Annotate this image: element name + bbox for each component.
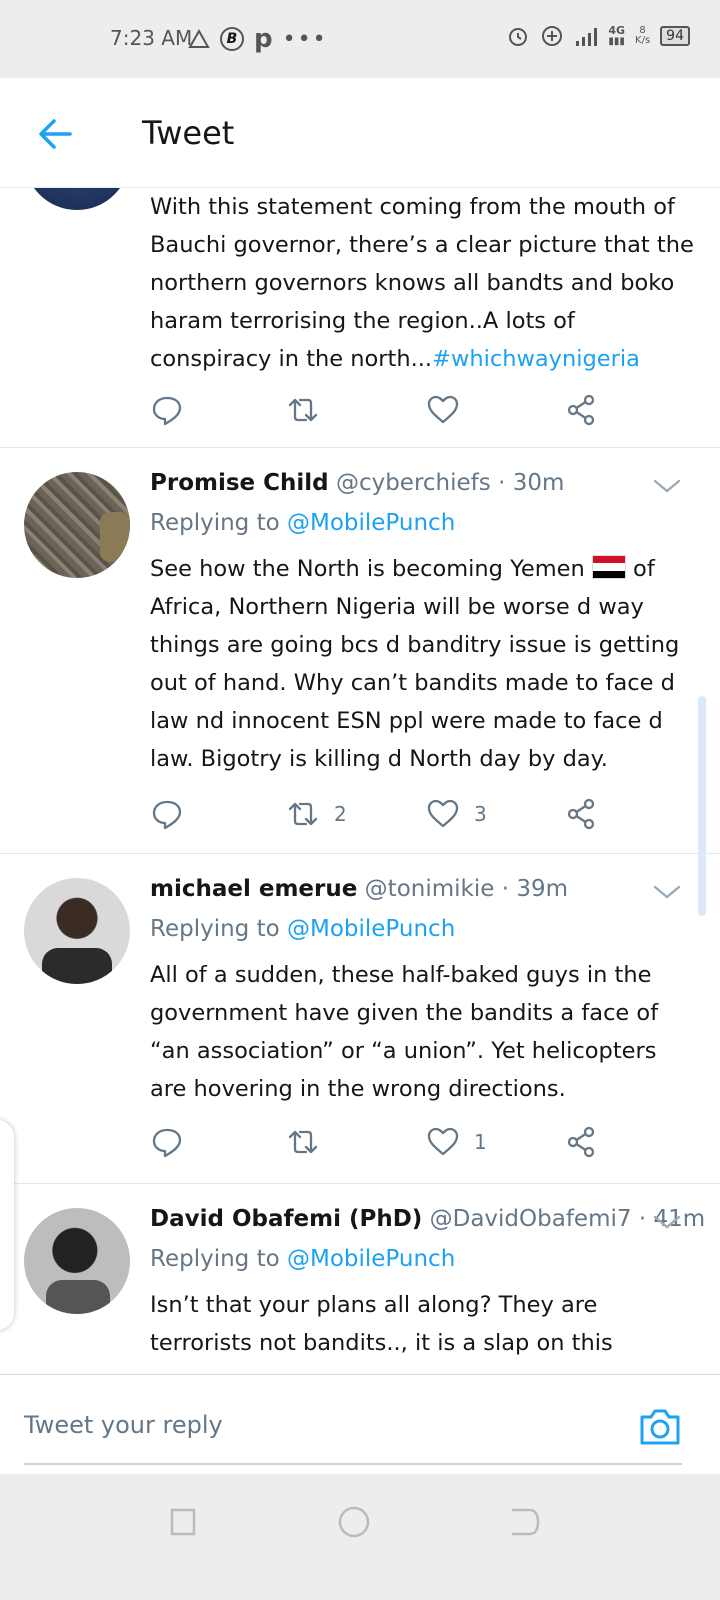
share-icon bbox=[567, 798, 595, 830]
like-count: 3 bbox=[474, 802, 487, 826]
author-name[interactable]: David Obafemi (PhD) bbox=[150, 1206, 422, 1232]
reply-icon bbox=[152, 800, 182, 830]
tweet-header: michael emerue @tonimikie · 39m bbox=[150, 876, 568, 902]
reply-bar: Tweet your reply bbox=[0, 1374, 720, 1474]
retweet-button[interactable] bbox=[286, 390, 320, 430]
reply-underline bbox=[24, 1463, 682, 1465]
tweet-actions: 2 3 bbox=[150, 794, 620, 834]
drive-icon bbox=[188, 29, 210, 48]
tweet-body: With this statement coming from the mout… bbox=[150, 194, 694, 372]
reply-icon bbox=[152, 1128, 182, 1158]
camera-icon[interactable] bbox=[638, 1407, 682, 1447]
replying-to: Replying to @MobilePunch bbox=[150, 916, 456, 942]
share-icon bbox=[567, 394, 595, 426]
tweet-item[interactable]: With this statement coming from the mout… bbox=[0, 188, 720, 448]
avatar[interactable] bbox=[24, 188, 130, 210]
tweet-item[interactable]: David Obafemi (PhD) @DavidObafemi7 · 41m… bbox=[0, 1184, 720, 1374]
like-button[interactable] bbox=[426, 390, 460, 430]
retweet-icon bbox=[288, 398, 318, 422]
back-arrow-icon[interactable] bbox=[36, 114, 76, 154]
chevron-down-icon[interactable] bbox=[652, 1212, 682, 1232]
edge-panel-handle[interactable] bbox=[0, 1120, 14, 1330]
replying-to: Replying to @MobilePunch bbox=[150, 510, 456, 536]
author-handle[interactable]: @cyberchiefs bbox=[336, 470, 491, 496]
retweet-icon bbox=[288, 802, 318, 826]
author-name[interactable]: Promise Child bbox=[150, 470, 329, 496]
more-dots-icon: ••• bbox=[282, 26, 328, 52]
retweet-icon bbox=[288, 1130, 318, 1154]
reply-button[interactable] bbox=[150, 1122, 184, 1162]
page-title: Tweet bbox=[142, 114, 235, 152]
heart-icon bbox=[427, 799, 459, 828]
signal-icon bbox=[576, 28, 598, 46]
mention-link[interactable]: @MobilePunch bbox=[287, 510, 455, 536]
reply-icon bbox=[152, 396, 182, 426]
network-speed: 8 K/s bbox=[635, 25, 651, 46]
like-count: 1 bbox=[474, 1130, 487, 1154]
retweet-button[interactable]: 2 bbox=[286, 794, 347, 834]
mention-link[interactable]: @MobilePunch bbox=[287, 916, 455, 942]
tweet-item[interactable]: michael emerue @tonimikie · 39m Replying… bbox=[0, 854, 720, 1184]
heart-icon bbox=[427, 395, 459, 424]
heart-icon bbox=[427, 1127, 459, 1156]
status-time: 7:23 AM bbox=[110, 26, 193, 50]
like-button[interactable]: 3 bbox=[426, 794, 487, 834]
share-button[interactable] bbox=[564, 794, 598, 834]
retweet-button[interactable] bbox=[286, 1122, 320, 1162]
chevron-down-icon[interactable] bbox=[652, 476, 682, 496]
author-handle[interactable]: @DavidObafemi7 bbox=[430, 1206, 632, 1232]
status-right-icons: 4G ▮▮▮ 8 K/s 94 bbox=[506, 24, 690, 48]
back-nav-icon[interactable] bbox=[506, 1504, 542, 1540]
tweet-actions bbox=[150, 390, 620, 430]
tweet-feed[interactable]: With this statement coming from the mout… bbox=[0, 188, 720, 1374]
share-button[interactable] bbox=[564, 1122, 598, 1162]
replying-to: Replying to @MobilePunch bbox=[150, 1246, 456, 1272]
hashtag-link[interactable]: #whichwaynigeria bbox=[432, 346, 640, 372]
tweet-body: See how the North is becoming Yemen of A… bbox=[150, 555, 680, 772]
like-button[interactable]: 1 bbox=[426, 1122, 487, 1162]
mention-link[interactable]: @MobilePunch bbox=[287, 1246, 455, 1272]
avatar[interactable] bbox=[24, 878, 130, 984]
alarm-icon bbox=[509, 28, 528, 46]
b-circle-icon: B bbox=[220, 27, 244, 51]
tweet-header: Promise Child @cyberchiefs · 30m bbox=[150, 470, 564, 496]
reply-button[interactable] bbox=[150, 794, 184, 834]
share-button[interactable] bbox=[564, 390, 598, 430]
tweet-item[interactable]: Promise Child @cyberchiefs · 30m Replyin… bbox=[0, 448, 720, 854]
chevron-down-icon[interactable] bbox=[652, 882, 682, 902]
author-handle[interactable]: @tonimikie bbox=[365, 876, 495, 902]
status-bar: 7:23 AM B p ••• 4G ▮▮▮ 8 K/s 94 bbox=[0, 0, 720, 78]
top-header: Tweet bbox=[0, 78, 720, 188]
tweet-body: Isn’t that your plans all along? They ar… bbox=[150, 1292, 613, 1356]
home-icon[interactable] bbox=[336, 1504, 372, 1540]
author-name[interactable]: michael emerue bbox=[150, 876, 357, 902]
p-icon: p bbox=[254, 24, 273, 54]
avatar[interactable] bbox=[24, 1208, 130, 1314]
scrollbar[interactable] bbox=[698, 696, 706, 916]
recent-apps-icon[interactable] bbox=[164, 1504, 200, 1540]
tweet-body: All of a sudden, these half-baked guys i… bbox=[150, 962, 659, 1102]
data-saver-icon bbox=[542, 26, 563, 46]
battery-indicator: 94 bbox=[660, 26, 690, 46]
system-nav-bar bbox=[0, 1474, 720, 1600]
avatar[interactable] bbox=[24, 472, 130, 578]
tweet-header: David Obafemi (PhD) @DavidObafemi7 · 41m bbox=[150, 1206, 705, 1232]
share-icon bbox=[567, 1126, 595, 1158]
tweet-time: · 30m bbox=[498, 470, 565, 496]
status-left-icons: B p ••• bbox=[188, 24, 328, 54]
tweet-actions: 1 bbox=[150, 1122, 620, 1162]
network-type: 4G ▮▮▮ bbox=[608, 23, 626, 47]
yemen-flag-emoji bbox=[591, 555, 626, 579]
tweet-time: · 39m bbox=[501, 876, 568, 902]
retweet-count: 2 bbox=[334, 802, 347, 826]
reply-input[interactable]: Tweet your reply bbox=[24, 1411, 223, 1439]
reply-button[interactable] bbox=[150, 390, 184, 430]
